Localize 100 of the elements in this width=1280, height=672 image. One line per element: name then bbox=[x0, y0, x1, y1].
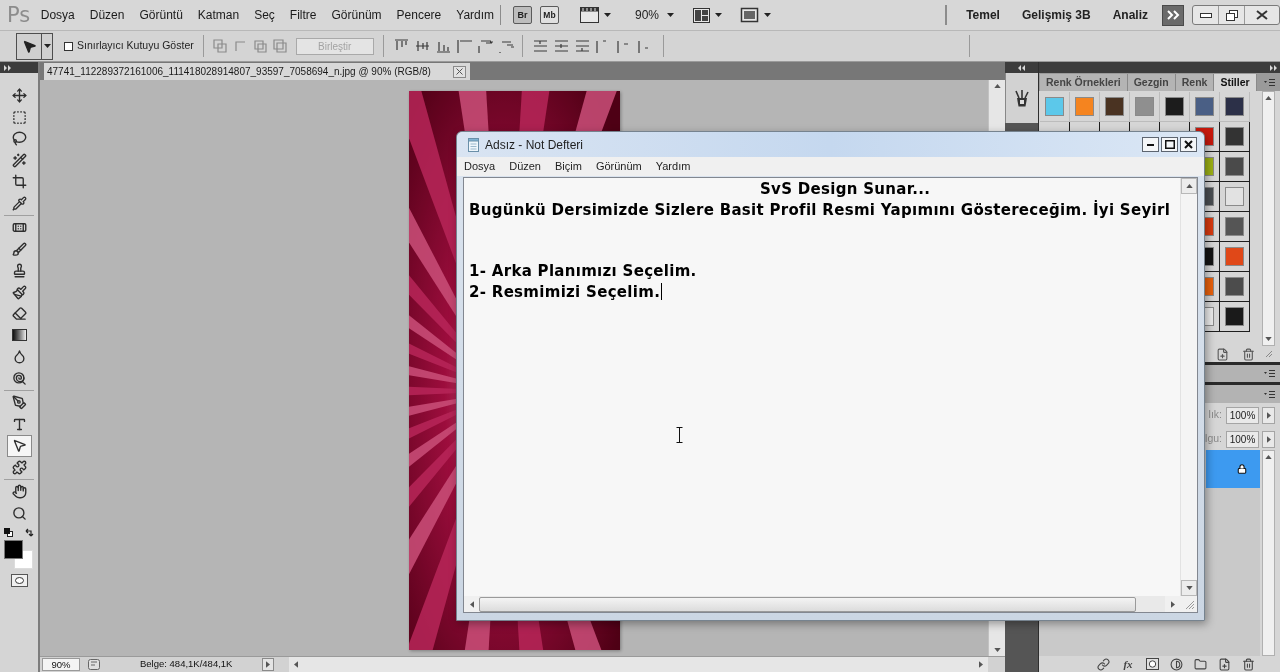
fill-arrow-button[interactable] bbox=[1262, 430, 1275, 448]
panel-menu-icon[interactable] bbox=[1264, 79, 1275, 86]
style-swatch[interactable] bbox=[1105, 97, 1124, 116]
style-swatch[interactable] bbox=[1135, 97, 1154, 116]
align-icon[interactable] bbox=[456, 39, 472, 53]
bounding-box-checkbox[interactable] bbox=[64, 41, 73, 51]
menu-item[interactable]: Yardım bbox=[448, 6, 502, 24]
swap-arrows-icon[interactable] bbox=[25, 528, 34, 537]
mask-icon[interactable] bbox=[1146, 658, 1159, 670]
workspace-button[interactable]: Analiz bbox=[1112, 6, 1148, 24]
close-button[interactable] bbox=[1180, 137, 1197, 152]
menu-item[interactable]: Görüntü bbox=[131, 6, 191, 24]
menu-item[interactable]: Katman bbox=[190, 6, 247, 24]
align-icon[interactable] bbox=[393, 39, 409, 53]
caret-icon[interactable] bbox=[715, 13, 723, 17]
workspace-button[interactable]: Gelişmiş 3B bbox=[1021, 6, 1091, 24]
align-icon[interactable] bbox=[414, 39, 430, 53]
style-swatch[interactable] bbox=[1075, 97, 1094, 116]
trash-icon[interactable] bbox=[1242, 657, 1255, 671]
default-colors-icon[interactable] bbox=[4, 528, 13, 537]
menu-item[interactable]: Pencere bbox=[389, 6, 449, 24]
expand-icon[interactable] bbox=[4, 64, 11, 71]
caret-icon[interactable] bbox=[43, 44, 51, 48]
style-swatch[interactable] bbox=[1225, 247, 1244, 266]
folder-icon[interactable] bbox=[1194, 657, 1207, 671]
menu-item[interactable]: Dosya bbox=[464, 158, 496, 175]
distribute-icon[interactable] bbox=[574, 39, 590, 53]
opacity-field[interactable]: 100% bbox=[1226, 406, 1259, 424]
style-swatch[interactable] bbox=[1045, 97, 1064, 116]
distribute-icon[interactable] bbox=[553, 39, 569, 53]
status-menu-button[interactable] bbox=[262, 658, 274, 671]
style-swatch[interactable] bbox=[1225, 187, 1244, 206]
panel-tab[interactable]: Renk bbox=[1175, 74, 1215, 91]
left-arrow-icon bbox=[294, 661, 298, 668]
more-workspaces-button[interactable] bbox=[1162, 4, 1184, 26]
caret-icon[interactable] bbox=[604, 13, 611, 17]
panel-menu-icon[interactable] bbox=[1264, 390, 1275, 398]
expand-icon[interactable] bbox=[1270, 64, 1277, 71]
new-page-icon[interactable] bbox=[1218, 657, 1231, 671]
style-swatch[interactable] bbox=[1225, 127, 1244, 146]
distribute-icon[interactable] bbox=[532, 39, 548, 53]
resize-grip-icon[interactable] bbox=[1185, 600, 1195, 610]
style-swatch[interactable] bbox=[1225, 97, 1244, 116]
caret-icon[interactable] bbox=[667, 13, 675, 17]
document-tab[interactable]: 47741_112289372161006_111418028914807_93597_7058694_n.jpg @ 90% (RGB/8) bbox=[44, 63, 470, 80]
mini-bridge-button[interactable]: Mb bbox=[540, 6, 559, 24]
horizontal-scrollbar[interactable] bbox=[289, 657, 988, 672]
panel-tab[interactable]: Stiller bbox=[1214, 74, 1257, 91]
scroll-down-button[interactable] bbox=[1181, 580, 1197, 596]
style-swatch[interactable] bbox=[1225, 307, 1244, 326]
tool-preset-picker[interactable] bbox=[16, 32, 53, 60]
link-icon[interactable] bbox=[1097, 657, 1110, 671]
bridge-button[interactable]: Br bbox=[513, 6, 532, 24]
vertical-scrollbar[interactable] bbox=[1262, 450, 1275, 656]
tool-button[interactable] bbox=[6, 435, 32, 457]
style-swatch[interactable] bbox=[1165, 97, 1184, 116]
new-page-icon[interactable] bbox=[1216, 347, 1229, 361]
panel-tab[interactable]: Gezgin bbox=[1127, 74, 1176, 91]
resize-grip-icon[interactable] bbox=[1265, 350, 1273, 358]
collapse-icon[interactable] bbox=[1018, 64, 1025, 71]
menu-item[interactable]: Düzen bbox=[509, 158, 541, 175]
caret-icon[interactable] bbox=[764, 13, 772, 17]
style-swatch[interactable] bbox=[1225, 157, 1244, 176]
close-tab-button[interactable] bbox=[453, 65, 466, 78]
hand-icon bbox=[11, 484, 27, 500]
film-frame-icon[interactable] bbox=[580, 7, 599, 23]
layer-style-button[interactable]: fx bbox=[1121, 658, 1135, 670]
menu-item[interactable]: Yardım bbox=[655, 158, 691, 175]
style-swatch[interactable] bbox=[1225, 217, 1244, 236]
vertical-scrollbar[interactable] bbox=[1262, 91, 1275, 346]
menu-item[interactable]: Görünüm bbox=[324, 6, 390, 24]
style-swatch[interactable] bbox=[1195, 97, 1214, 116]
menu-item[interactable]: Dosya bbox=[33, 6, 83, 24]
screen-mode-icon[interactable] bbox=[740, 7, 760, 23]
maximize-button[interactable] bbox=[1161, 137, 1178, 152]
quick-mask-button[interactable] bbox=[10, 574, 28, 587]
panel-tab[interactable]: Renk Örnekleri bbox=[1040, 74, 1128, 91]
fg-bg-colors-icon[interactable] bbox=[4, 540, 33, 569]
opacity-arrow-button[interactable] bbox=[1262, 406, 1275, 424]
align-icon[interactable] bbox=[435, 39, 451, 53]
style-swatch[interactable] bbox=[1225, 277, 1244, 296]
zoom-field[interactable]: 90% bbox=[42, 658, 80, 671]
half-circle-icon[interactable] bbox=[1170, 657, 1183, 671]
menu-item[interactable]: Düzen bbox=[82, 6, 132, 24]
text-area[interactable]: SvS Design Sunar... Bugünkü Dersimizde Sizlere Basit Profil Resmi Yapımını Göstereceğim. İyi Seyirl 1- Arka Planımızı Seçelim. 2- Resmimizi Seçelim. bbox=[463, 177, 1198, 613]
panel-menu-icon[interactable] bbox=[1264, 370, 1275, 377]
trash-icon[interactable] bbox=[1242, 347, 1255, 361]
workspace-button[interactable]: Temel bbox=[966, 6, 1000, 24]
zoom-level-label[interactable]: 90% bbox=[635, 6, 660, 24]
document-icon[interactable] bbox=[88, 659, 100, 670]
minimize-icon bbox=[1199, 12, 1212, 18]
menu-item[interactable]: Seç bbox=[246, 6, 283, 24]
align-icon[interactable] bbox=[477, 39, 493, 53]
layout-icon[interactable] bbox=[693, 7, 711, 23]
menu-item[interactable]: Görünüm bbox=[595, 158, 642, 175]
minimize-button[interactable] bbox=[1142, 137, 1159, 152]
menu-item[interactable]: Biçim bbox=[555, 158, 582, 175]
menu-item[interactable]: Filtre bbox=[282, 6, 325, 24]
scroll-up-button[interactable] bbox=[1181, 178, 1197, 194]
fill-field[interactable]: 100% bbox=[1226, 430, 1259, 448]
